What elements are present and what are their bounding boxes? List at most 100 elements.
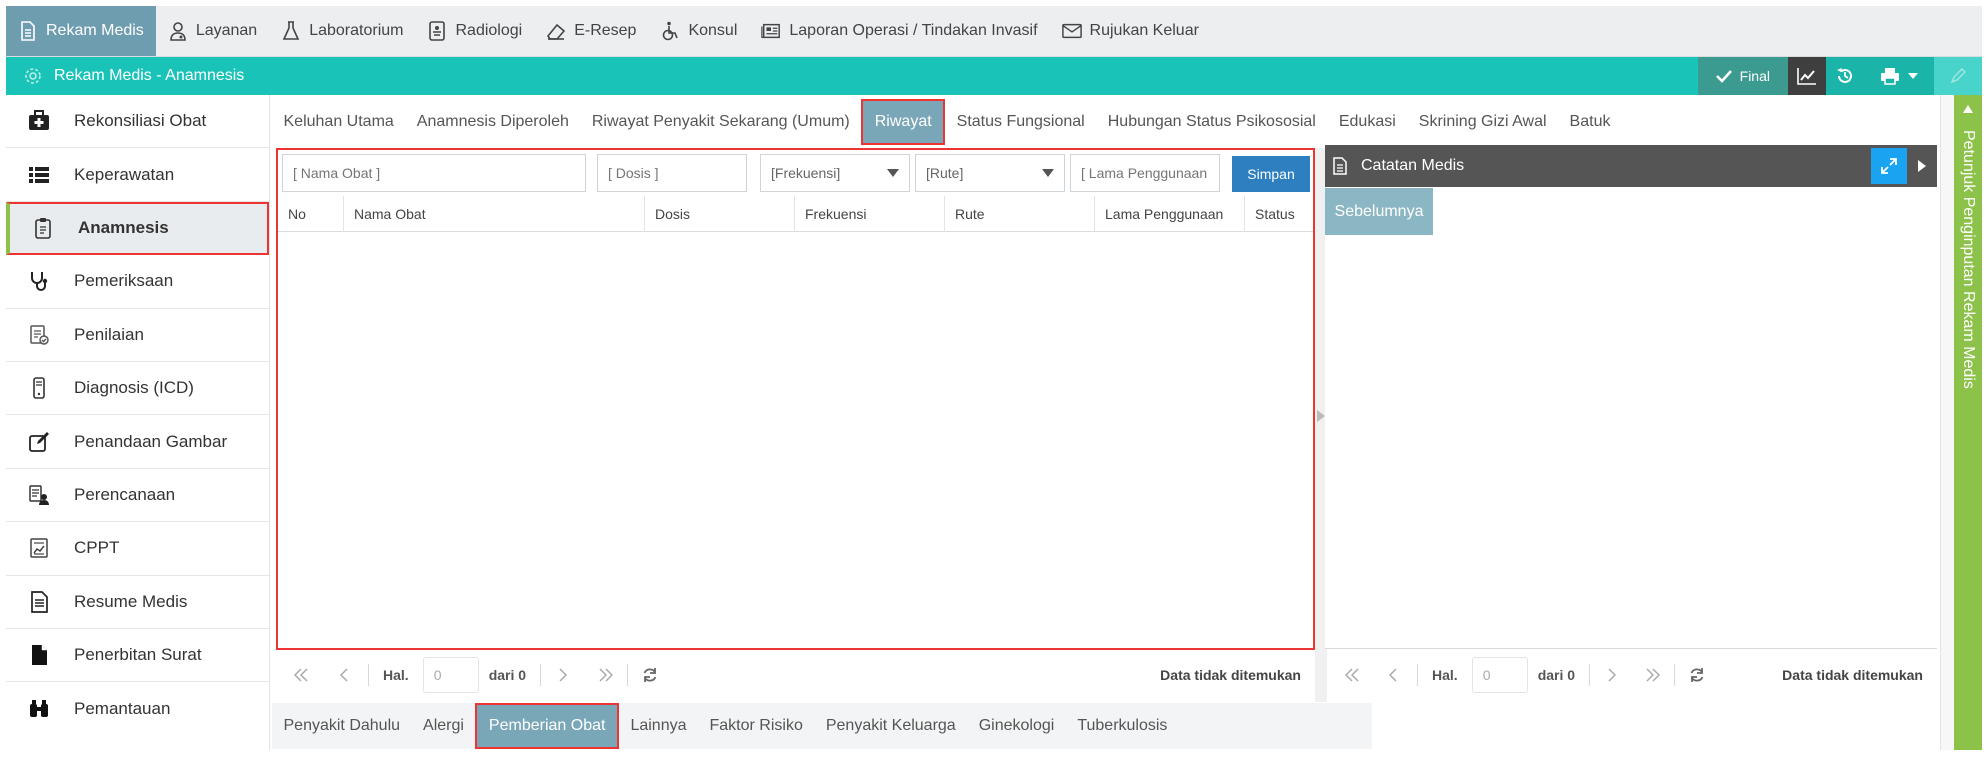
nav-layanan[interactable]: Layanan: [156, 6, 269, 56]
tab-penyakit-keluarga[interactable]: Penyakit Keluarga: [814, 703, 967, 749]
tab-keluhan-utama[interactable]: Keluhan Utama: [272, 99, 405, 145]
column-header-dosis[interactable]: Dosis: [645, 196, 795, 232]
expand-button[interactable]: [1871, 148, 1907, 184]
medication-form: [Frekuensi] [Rute] Simpan: [282, 154, 1310, 192]
column-header-status[interactable]: Status: [1245, 196, 1313, 232]
nav-rujukan-keluar[interactable]: Rujukan Keluar: [1050, 6, 1211, 56]
sidebar-item-rekonsiliasi-obat[interactable]: Rekonsiliasi Obat: [6, 95, 269, 149]
nav-laporan-operasi[interactable]: Laporan Operasi / Tindakan Invasif: [749, 6, 1049, 56]
tab-anamnesis-diperoleh[interactable]: Anamnesis Diperoleh: [405, 99, 580, 145]
sidebar-item-resume-medis[interactable]: Resume Medis: [6, 576, 269, 629]
history-button[interactable]: [1826, 57, 1864, 95]
tab-edukasi[interactable]: Edukasi: [1327, 99, 1407, 145]
rute-select[interactable]: [Rute]: [915, 154, 1065, 192]
sidebar-item-perencanaan[interactable]: Perencanaan: [6, 469, 269, 523]
first-page-icon[interactable]: [294, 668, 308, 682]
sidebar-item-label: Perencanaan: [74, 484, 176, 504]
document-icon: [21, 21, 35, 41]
tab-riwayat-penyakit-sekarang[interactable]: Riwayat Penyakit Sekarang (Umum): [580, 99, 861, 145]
petunjuk-vertical-tab[interactable]: Petunjuk Penginputan Rekam Medis: [1954, 95, 1982, 750]
tab-riwayat[interactable]: Riwayat: [861, 99, 946, 145]
column-header-nama-obat[interactable]: Nama Obat: [344, 196, 645, 232]
column-header-no[interactable]: No: [278, 196, 344, 232]
lama-penggunaan-field[interactable]: [1070, 154, 1220, 192]
title-bar: Rekam Medis - Anamnesis Final: [6, 57, 1982, 95]
last-page-icon[interactable]: [599, 668, 614, 682]
collapse-right-button[interactable]: [1907, 145, 1937, 187]
final-button[interactable]: Final: [1697, 57, 1788, 95]
tab-status-fungsional[interactable]: Status Fungsional: [945, 99, 1096, 145]
wheelchair-icon: [663, 21, 679, 41]
print-icon: [1881, 68, 1899, 85]
column-header-rute[interactable]: Rute: [945, 196, 1095, 232]
column-header-frekuensi[interactable]: Frekuensi: [795, 196, 945, 232]
next-page-icon[interactable]: [555, 668, 569, 682]
sidebar-item-penerbitan-surat[interactable]: Penerbitan Surat: [6, 629, 269, 683]
tab-alergi[interactable]: Alergi: [412, 703, 476, 749]
last-page-icon[interactable]: [1646, 668, 1661, 682]
nav-laboratorium[interactable]: Laboratorium: [269, 6, 415, 56]
nav-konsul[interactable]: Konsul: [648, 6, 749, 56]
tab-skrining-gizi-awal[interactable]: Skrining Gizi Awal: [1407, 99, 1558, 145]
petunjuk-label: Petunjuk Penginputan Rekam Medis: [1960, 130, 1977, 389]
dosis-input[interactable]: [608, 165, 736, 181]
refresh-icon[interactable]: [1689, 667, 1705, 683]
prev-page-icon[interactable]: [1387, 668, 1401, 682]
tab-batuk[interactable]: Batuk: [1558, 99, 1622, 145]
tab-sebelumnya[interactable]: Sebelumnya: [1325, 188, 1433, 235]
tab-penyakit-dahulu[interactable]: Penyakit Dahulu: [272, 703, 412, 749]
column-header-lama-penggunaan[interactable]: Lama Penggunaan: [1095, 196, 1245, 232]
pager-separator: [627, 664, 629, 686]
first-page-icon[interactable]: [1345, 668, 1359, 682]
print-button[interactable]: [1864, 57, 1934, 95]
envelope-icon: [1061, 23, 1082, 39]
sidebar-item-label: Penerbitan Surat: [74, 645, 202, 665]
nama-obat-input[interactable]: [293, 165, 575, 181]
nav-rekam-medis[interactable]: Rekam Medis: [6, 6, 156, 56]
dosis-field[interactable]: [597, 154, 747, 192]
stethoscope-icon: [31, 272, 48, 292]
sidebar-item-pemeriksaan[interactable]: Pemeriksaan: [6, 255, 269, 309]
sidebar-item-keperawatan[interactable]: Keperawatan: [6, 148, 269, 202]
nav-label: Layanan: [195, 22, 258, 39]
edit-button[interactable]: [1934, 57, 1982, 95]
sidebar-item-cppt[interactable]: CPPT: [6, 522, 269, 576]
sidebar-item-diagnosis-icd[interactable]: Diagnosis (ICD): [6, 362, 269, 416]
lama-penggunaan-input[interactable]: [1081, 165, 1209, 181]
next-page-icon[interactable]: [1604, 668, 1618, 682]
tab-hubungan-status-psikososial[interactable]: Hubungan Status Psikososial: [1096, 99, 1327, 145]
frekuensi-select[interactable]: [Frekuensi]: [760, 154, 910, 192]
page-number-input[interactable]: 0: [1471, 657, 1528, 693]
prev-page-icon[interactable]: [338, 668, 352, 682]
pager-separator: [368, 664, 369, 686]
nav-label: Konsul: [688, 22, 738, 39]
page-number-input[interactable]: 0: [422, 657, 479, 693]
nav-radiologi[interactable]: Radiologi: [415, 6, 534, 56]
sidebar-item-anamnesis[interactable]: Anamnesis: [6, 201, 269, 256]
simpan-button[interactable]: Simpan: [1232, 156, 1310, 192]
pager-status-text: Data tidak ditemukan: [1782, 667, 1923, 683]
sidebar-item-penilaian[interactable]: Penilaian: [6, 309, 269, 362]
tab-ginekologi[interactable]: Ginekologi: [967, 703, 1066, 749]
tab-faktor-risiko[interactable]: Faktor Risiko: [698, 703, 814, 749]
tab-pemberian-obat[interactable]: Pemberian Obat: [475, 703, 619, 749]
sidebar-item-label: CPPT: [74, 538, 120, 558]
tab-lainnya[interactable]: Lainnya: [619, 703, 698, 749]
sidebar-item-label: Rekonsiliasi Obat: [74, 111, 207, 131]
sidebar-item-pemantauan[interactable]: Pemantauan: [6, 682, 269, 735]
hal-label: Hal.: [383, 667, 409, 683]
list-icon: [29, 166, 49, 183]
sidebar-item-label: Penilaian: [74, 324, 144, 344]
nav-label: Radiologi: [455, 22, 523, 39]
sidebar-item-penandaan-gambar[interactable]: Penandaan Gambar: [6, 415, 269, 469]
tab-tuberkulosis[interactable]: Tuberkulosis: [1066, 703, 1179, 749]
refresh-icon[interactable]: [642, 667, 658, 683]
caret-up-icon: [1963, 105, 1973, 113]
nav-e-resep[interactable]: E-Resep: [534, 6, 648, 56]
chart-button[interactable]: [1788, 57, 1826, 95]
anamnesis-tabs: Keluhan Utama Anamnesis Diperoleh Riwaya…: [272, 99, 1938, 145]
sidebar-item-label: Diagnosis (ICD): [74, 378, 194, 398]
chevron-down-icon: [1042, 169, 1054, 177]
document-icon: [1333, 157, 1347, 175]
nama-obat-field[interactable]: [282, 154, 586, 192]
